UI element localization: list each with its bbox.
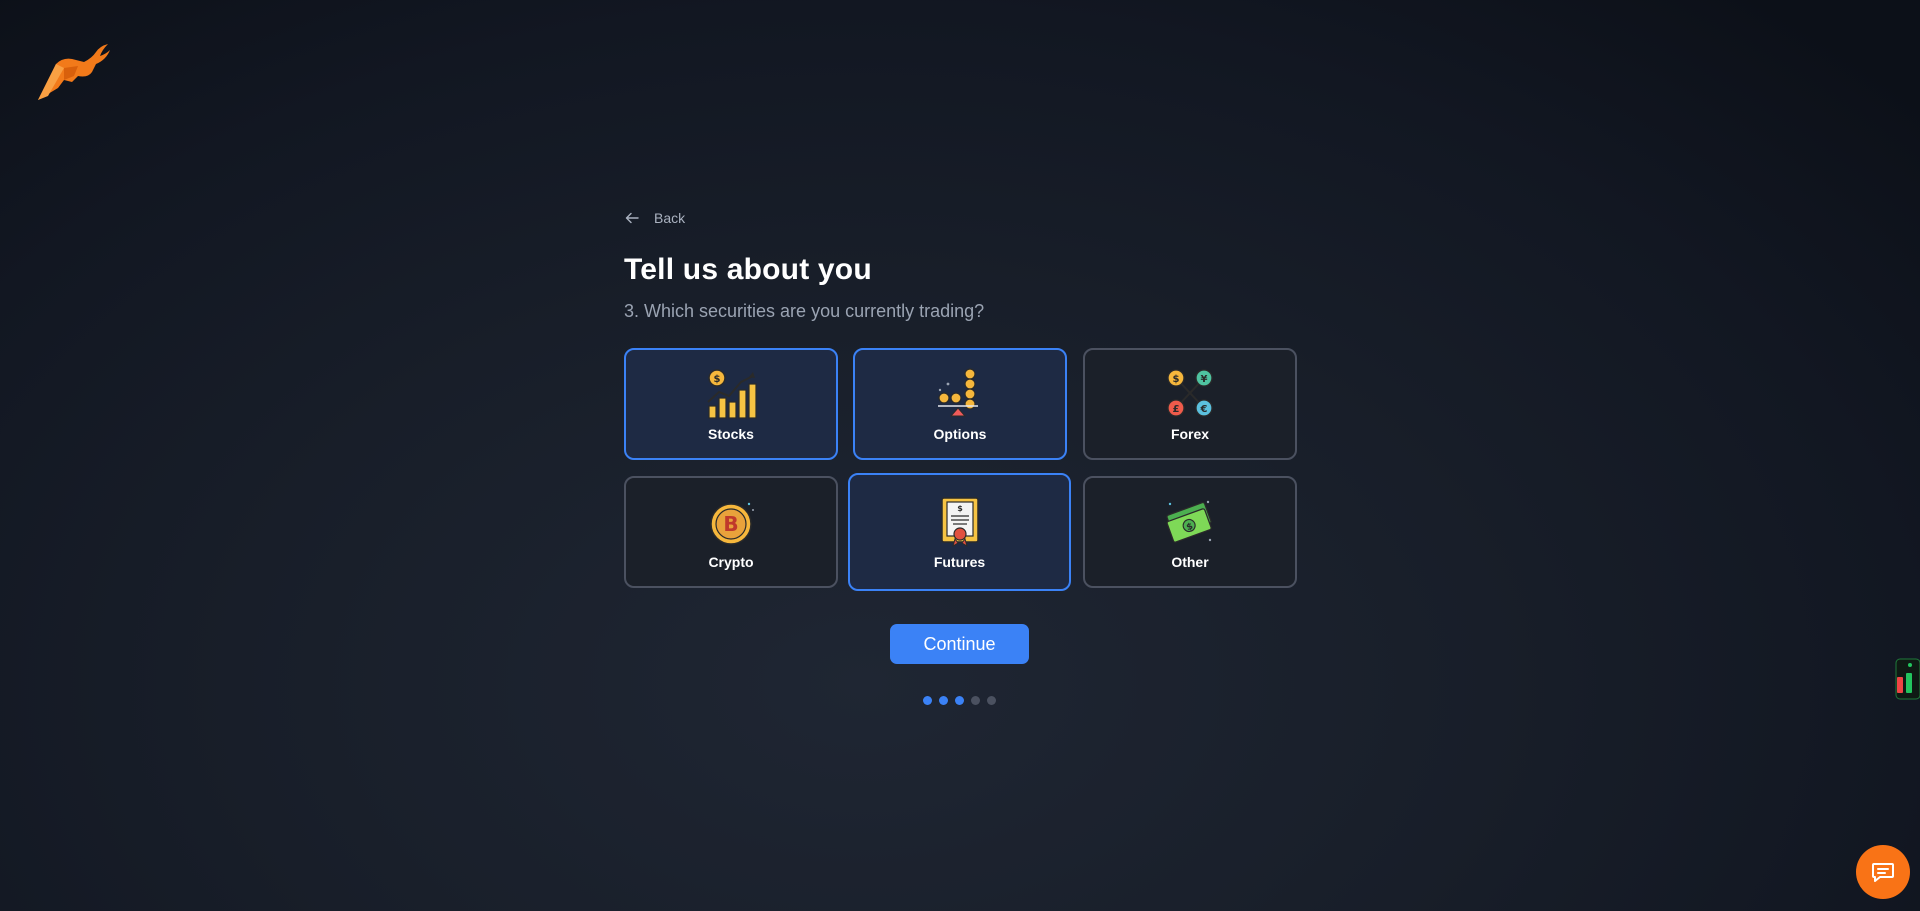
stocks-chart-icon: $ [707,369,757,419]
svg-text:$: $ [1173,374,1180,385]
forex-currency-icon: $ ¥ £ € [1167,369,1213,417]
chat-button[interactable] [1856,845,1910,899]
cash-bills-icon: $ [1166,500,1212,543]
bitcoin-icon: B [710,502,754,545]
svg-text:€: € [1200,404,1208,415]
option-label: Other [1171,554,1209,570]
question-text: 3. Which securities are you currently tr… [624,301,985,321]
page-title: Tell us about you [624,253,872,286]
progress-dot [955,696,964,705]
option-forex[interactable]: $ ¥ £ € Forex [1083,348,1297,460]
progress-dot [971,696,980,705]
candlestick-chart-icon[interactable] [1894,655,1920,703]
arrow-left-icon [625,212,639,224]
progress-dot [939,696,948,705]
bull-logo-icon[interactable] [34,42,110,102]
option-options[interactable]: Options [853,348,1067,460]
option-label: Crypto [708,554,754,570]
option-label: Forex [1170,426,1210,442]
futures-certificate-icon: $ [940,497,979,548]
progress-dot [923,696,932,705]
option-crypto[interactable]: B Crypto [624,476,838,588]
continue-button[interactable]: Continue [890,624,1029,664]
svg-text:£: £ [1173,404,1180,415]
securities-options-grid: $ Stocks Options $ ¥ £ € Forex B Crypto … [624,348,1297,591]
svg-text:$: $ [957,504,963,513]
option-futures[interactable]: $ Futures [848,473,1071,591]
progress-indicator [923,696,996,705]
option-label: Options [933,426,987,442]
svg-text:B: B [723,512,738,536]
option-label: Stocks [708,426,754,442]
back-label: Back [654,210,686,226]
back-button[interactable]: Back [624,205,1296,231]
option-label: Futures [933,554,986,570]
svg-text:$: $ [714,374,721,385]
option-other[interactable]: $ Other [1083,476,1297,588]
progress-dot [987,696,996,705]
svg-text:¥: ¥ [1201,374,1208,385]
option-stocks[interactable]: $ Stocks [624,348,838,460]
options-coins-icon [938,368,978,417]
chat-icon [1872,863,1894,882]
